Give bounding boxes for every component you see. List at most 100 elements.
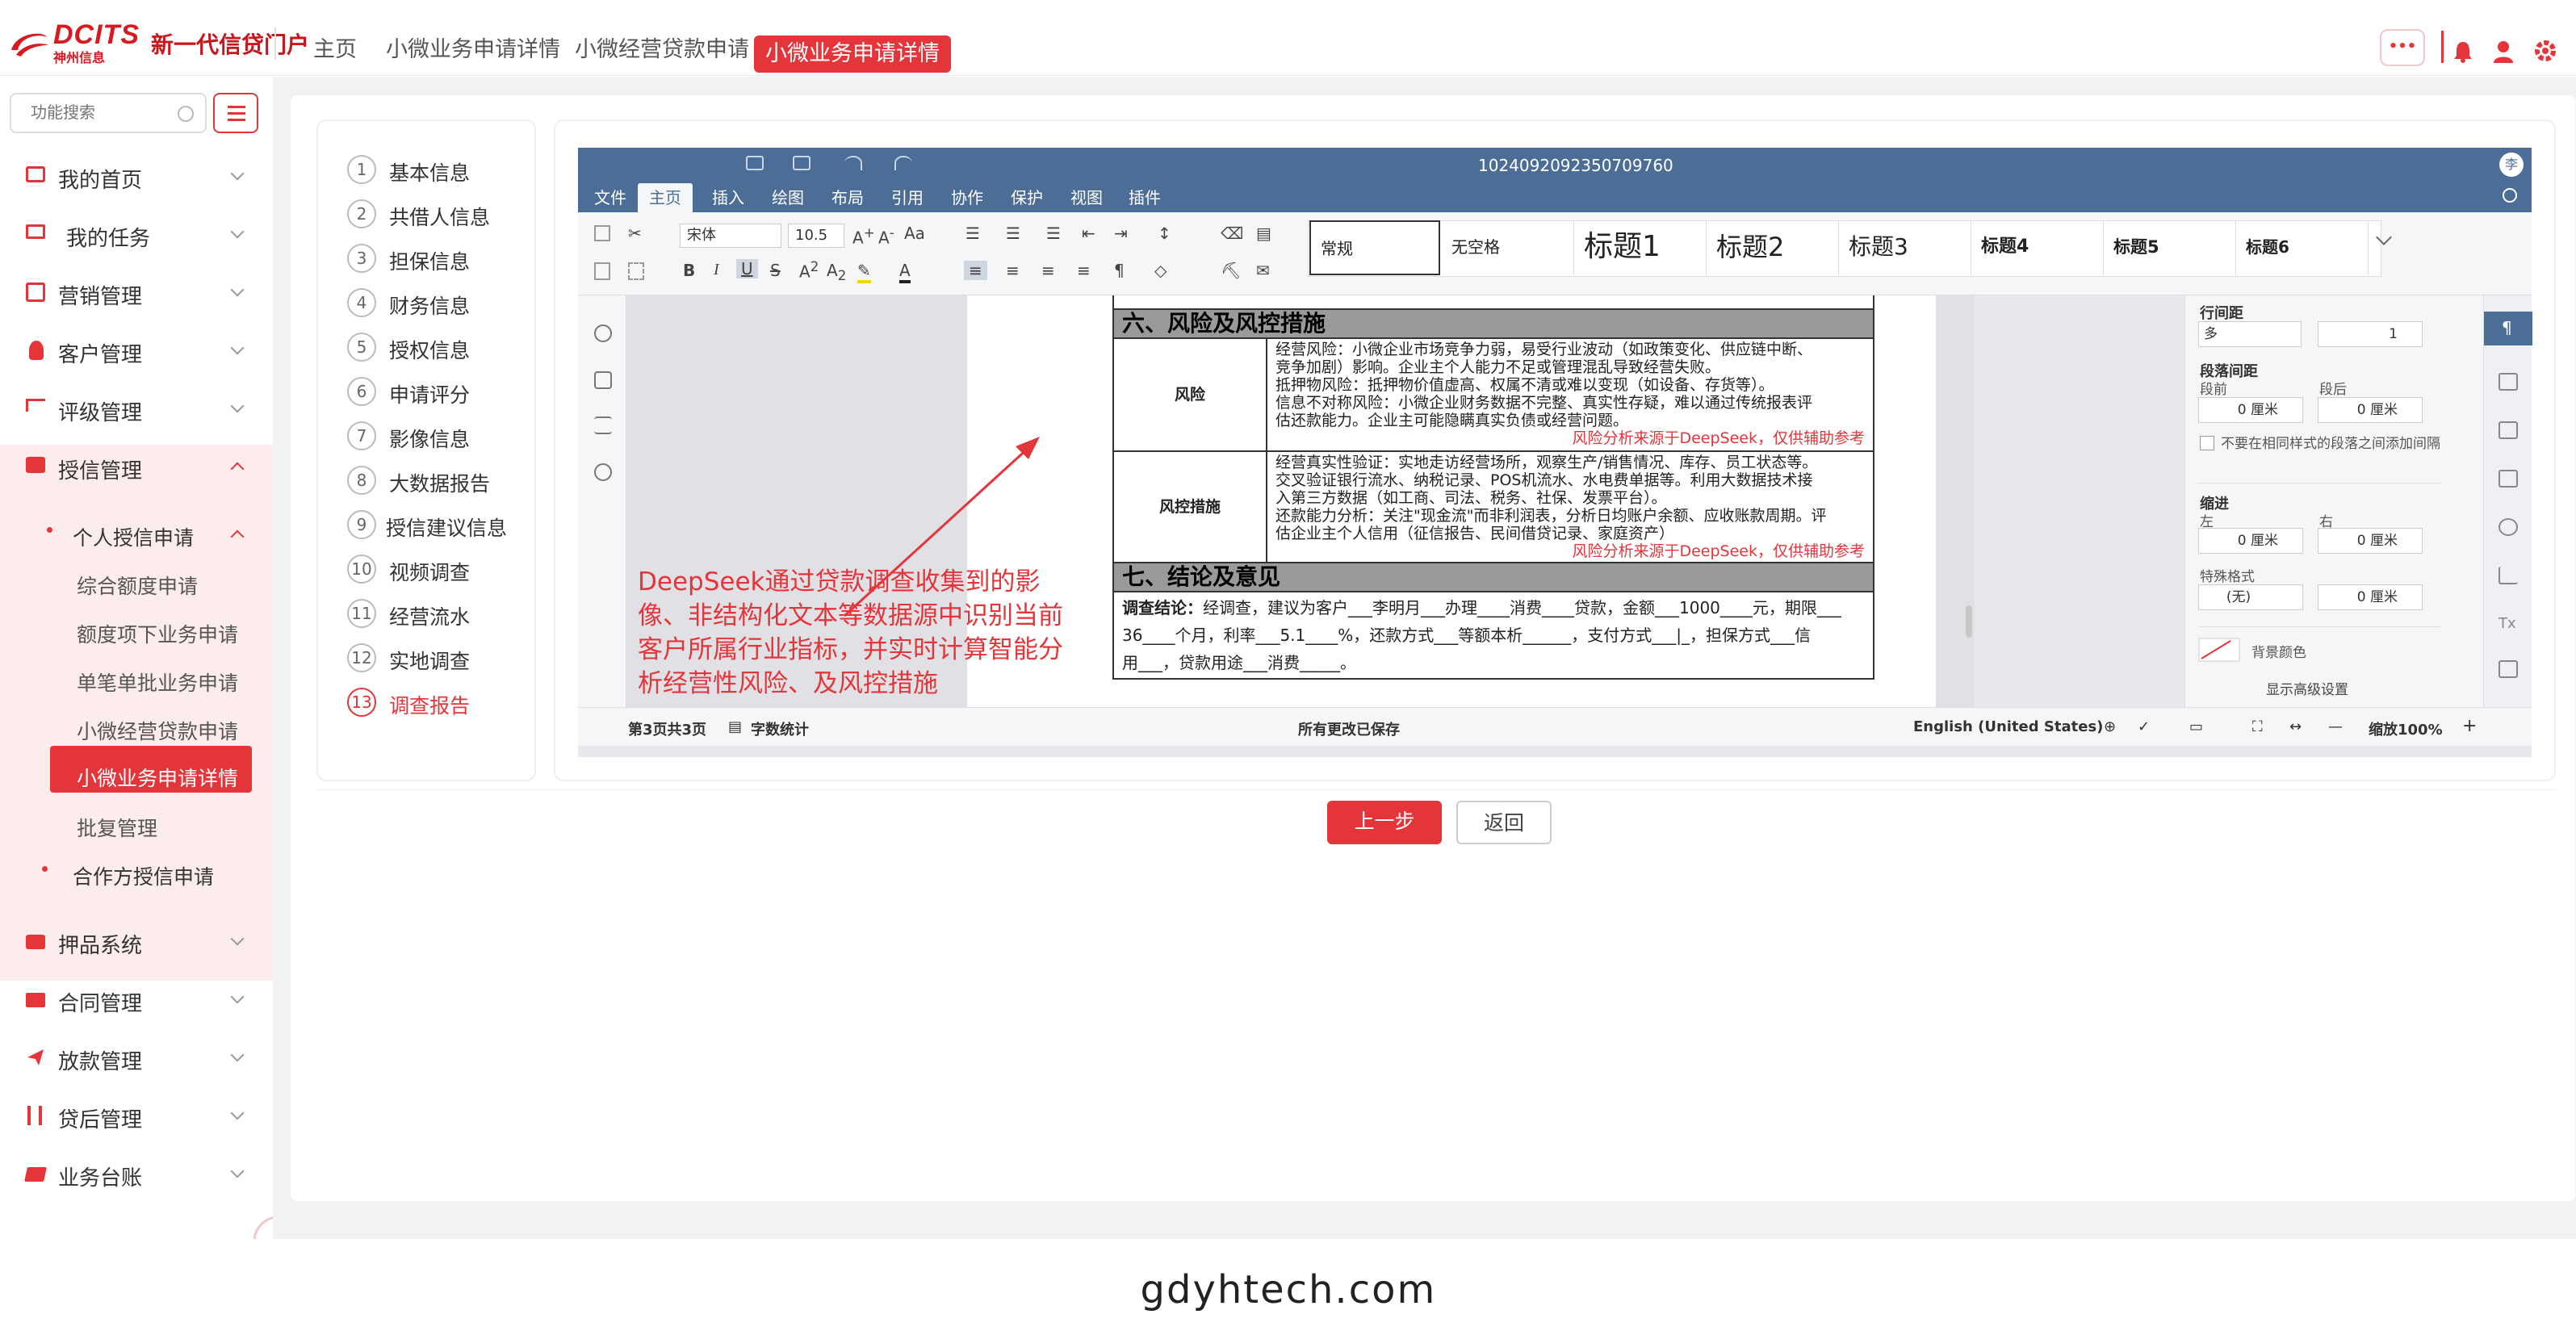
redo-icon[interactable] <box>894 156 912 170</box>
spacing-before-input[interactable]: 0 厘米 <box>2198 397 2303 423</box>
line-spacing-icon[interactable]: ↕ <box>1158 224 1171 243</box>
user-icon[interactable] <box>2493 40 2514 63</box>
submenu-partner-credit[interactable]: 合作方授信申请 <box>0 848 273 897</box>
table-settings-icon[interactable] <box>2499 373 2518 391</box>
menu-contract[interactable]: 合同管理 <box>0 971 273 1028</box>
font-size-select[interactable]: 10.5 <box>788 224 844 248</box>
paragraph-mark-icon[interactable]: ¶ <box>1114 261 1125 280</box>
navigation-icon[interactable] <box>594 416 612 434</box>
style-heading1[interactable]: 标题1 <box>1574 220 1707 275</box>
style-set-icon[interactable]: ▤ <box>1256 224 1271 243</box>
superscript-icon[interactable]: A2 <box>799 259 819 282</box>
text-art-icon[interactable]: Tx <box>2499 615 2518 633</box>
language-select[interactable]: English (United States) <box>1913 718 2103 735</box>
submenu-personal-credit[interactable]: 个人授信申请 <box>0 509 273 558</box>
grow-font-icon[interactable]: A+ <box>852 225 875 248</box>
align-right-icon[interactable]: ≡ <box>1041 261 1055 280</box>
decrease-indent-icon[interactable]: ⇤ <box>1082 224 1095 243</box>
ribbon-tab-view[interactable]: 视图 <box>1070 183 1103 212</box>
menu-disbursement[interactable]: 放款管理 <box>0 1029 273 1086</box>
search-icon[interactable] <box>178 106 194 122</box>
spellcheck-icon[interactable]: ✓ <box>2138 718 2150 735</box>
menu-credit[interactable]: 授信管理 <box>0 438 273 495</box>
ribbon-tab-home[interactable]: 主页 <box>638 183 693 212</box>
submenu-item-active[interactable]: 小微业务申请详情 <box>0 750 273 798</box>
submenu-item[interactable]: 小微经营贷款申请 <box>0 703 273 751</box>
underline-icon[interactable]: U <box>736 259 758 278</box>
style-no-spacing[interactable]: 无空格 <box>1442 220 1574 275</box>
style-heading3[interactable]: 标题3 <box>1839 220 1971 275</box>
menu-customer[interactable]: 客户管理 <box>0 322 273 379</box>
tab-micro-application-detail-active[interactable]: 小微业务申请详情 <box>754 36 951 73</box>
info-icon[interactable] <box>594 463 612 481</box>
mail-icon[interactable] <box>2499 660 2518 678</box>
shape-settings-icon[interactable] <box>2499 518 2518 536</box>
indent-left-input[interactable]: 0 厘米 <box>2198 528 2303 554</box>
show-advanced-link[interactable]: 显示高级设置 <box>2266 678 2348 698</box>
word-count[interactable]: 字数统计 <box>751 718 809 739</box>
ribbon-tab-reference[interactable]: 引用 <box>891 183 924 212</box>
undo-icon[interactable] <box>844 156 862 170</box>
font-color-icon[interactable]: A <box>899 261 911 283</box>
globe-icon[interactable]: ⊕ <box>2104 718 2116 735</box>
chart-settings-icon[interactable] <box>2499 567 2518 584</box>
zoom-level[interactable]: 缩放100% <box>2369 718 2443 739</box>
submenu-item[interactable]: 单笔单批业务申请 <box>0 655 273 703</box>
special-format-value[interactable]: 0 厘米 <box>2318 584 2423 610</box>
search-input[interactable] <box>31 104 184 123</box>
mail-merge-icon[interactable]: ✉ <box>1256 261 1270 280</box>
change-case-icon[interactable]: Aa <box>904 224 925 243</box>
select-all-icon[interactable] <box>628 262 644 280</box>
save-icon[interactable] <box>746 156 764 170</box>
shading-icon[interactable]: ◇ <box>1154 261 1167 280</box>
increase-indent-icon[interactable]: ⇥ <box>1114 224 1128 243</box>
zoom-out-icon[interactable]: — <box>2328 718 2343 735</box>
bell-icon[interactable] <box>2452 40 2473 63</box>
search-icon[interactable] <box>2503 188 2517 203</box>
style-heading5[interactable]: 标题5 <box>2104 220 2236 275</box>
bullet-list-icon[interactable]: ☰ <box>965 224 980 243</box>
number-list-icon[interactable]: ☰ <box>1006 224 1020 243</box>
tab-micro-application-detail[interactable]: 小微业务申请详情 <box>386 34 560 66</box>
background-color-picker[interactable] <box>2198 638 2240 662</box>
justify-icon[interactable]: ≡ <box>1077 261 1091 280</box>
style-heading6[interactable]: 标题6 <box>2236 220 2369 275</box>
ribbon-tab-layout[interactable]: 布局 <box>831 183 864 212</box>
search-icon[interactable] <box>594 324 612 342</box>
tab-micro-loan-application[interactable]: 小微经营贷款申请 <box>575 34 749 66</box>
menu-marketing[interactable]: 营销管理 <box>0 264 273 320</box>
clear-format-icon[interactable]: ⌫ <box>1221 224 1243 243</box>
more-button[interactable]: ••• <box>2380 29 2425 66</box>
style-heading4[interactable]: 标题4 <box>1971 220 2104 275</box>
bold-icon[interactable]: B <box>683 261 695 280</box>
comment-icon[interactable] <box>594 371 612 389</box>
tab-home[interactable]: 主页 <box>313 34 357 66</box>
menu-tasks[interactable]: 我的任务 <box>0 206 273 262</box>
align-left-icon[interactable]: ≡ <box>964 261 987 280</box>
ribbon-tab-protect[interactable]: 保护 <box>1011 183 1043 212</box>
risk-content[interactable]: 经营风险：小微企业市场竞争力弱，易受行业波动（如政策变化、供应链中断、 竞争加剧… <box>1266 337 1874 452</box>
special-format-select[interactable]: (无) <box>2198 584 2303 610</box>
strikethrough-icon[interactable]: S <box>770 261 781 280</box>
submenu-item[interactable]: 额度项下业务申请 <box>0 606 273 655</box>
conclusion-content[interactable]: 调查结论：经调查，建议为客户___李明月___办理____消费____贷款，金额… <box>1112 591 1874 680</box>
style-normal[interactable]: 常规 <box>1309 220 1440 275</box>
italic-icon[interactable]: I <box>714 261 719 279</box>
submenu-item[interactable]: 批复管理 <box>0 800 273 848</box>
gear-icon[interactable] <box>2533 39 2557 63</box>
control-content[interactable]: 经营真实性验证：实地走访经营场所，观察生产/销售情况、库存、员工状态等。 交叉验… <box>1266 450 1874 563</box>
back-button[interactable]: 返回 <box>1456 801 1552 844</box>
word-count-icon[interactable]: ▤ <box>728 718 742 735</box>
fit-page-icon[interactable]: ⛶ <box>2252 718 2263 735</box>
user-avatar[interactable]: 李 <box>2499 153 2524 177</box>
line-spacing-value[interactable]: 1 <box>2318 321 2423 347</box>
print-icon[interactable] <box>793 156 810 170</box>
highlight-icon[interactable]: ✎ <box>857 261 871 283</box>
spacing-after-input[interactable]: 0 厘米 <box>2318 397 2423 423</box>
paste-icon[interactable] <box>594 262 610 280</box>
ribbon-tab-insert[interactable]: 插入 <box>712 183 744 212</box>
style-heading2[interactable]: 标题2 <box>1707 220 1839 275</box>
shrink-font-icon[interactable]: A- <box>878 225 894 248</box>
paragraph-settings-tab[interactable]: ¶ <box>2484 312 2532 345</box>
ribbon-tab-plugins[interactable]: 插件 <box>1129 183 1161 212</box>
